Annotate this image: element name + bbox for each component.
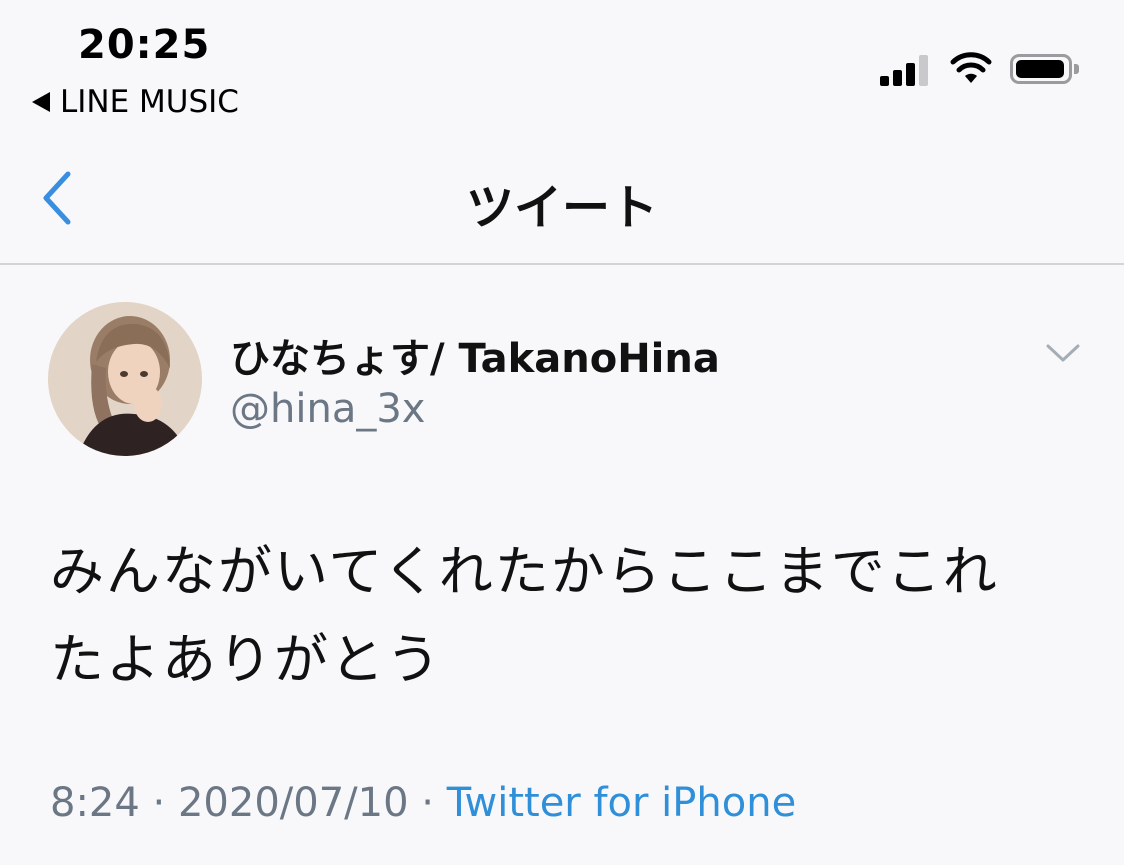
tweet-date: 2020/07/10: [177, 780, 409, 826]
back-app-label: LINE MUSIC: [60, 84, 239, 120]
avatar-image: [48, 302, 202, 456]
back-to-app-link[interactable]: LINE MUSIC: [32, 84, 239, 120]
signal-icon: [880, 52, 940, 86]
page-title: ツイート: [465, 180, 658, 236]
wifi-icon: [950, 52, 992, 83]
display-name[interactable]: ひなちょす/ TakanoHina: [230, 326, 720, 384]
battery-icon: [1010, 54, 1079, 84]
tweet-text: みんながいてくれたからここまでこれたよありがとう: [50, 540, 999, 691]
avatar[interactable]: [48, 302, 202, 456]
back-triangle-icon: [32, 92, 50, 112]
navigation-bar: ツイート: [0, 130, 1124, 264]
meta-separator: ·: [408, 780, 447, 826]
status-bar: 20:25 LINE MUSIC: [0, 0, 1124, 130]
tweet-time: 8:24: [50, 780, 140, 826]
tweet-source-link[interactable]: Twitter for iPhone: [447, 780, 797, 826]
user-handle[interactable]: @hina_3x: [230, 386, 425, 432]
status-time: 20:25: [78, 22, 211, 68]
tweet-meta: 8:24 · 2020/07/10 · Twitter for iPhone: [50, 780, 796, 826]
chevron-down-icon[interactable]: [1044, 338, 1082, 368]
header-divider: [0, 263, 1124, 265]
meta-separator: ·: [139, 780, 178, 826]
